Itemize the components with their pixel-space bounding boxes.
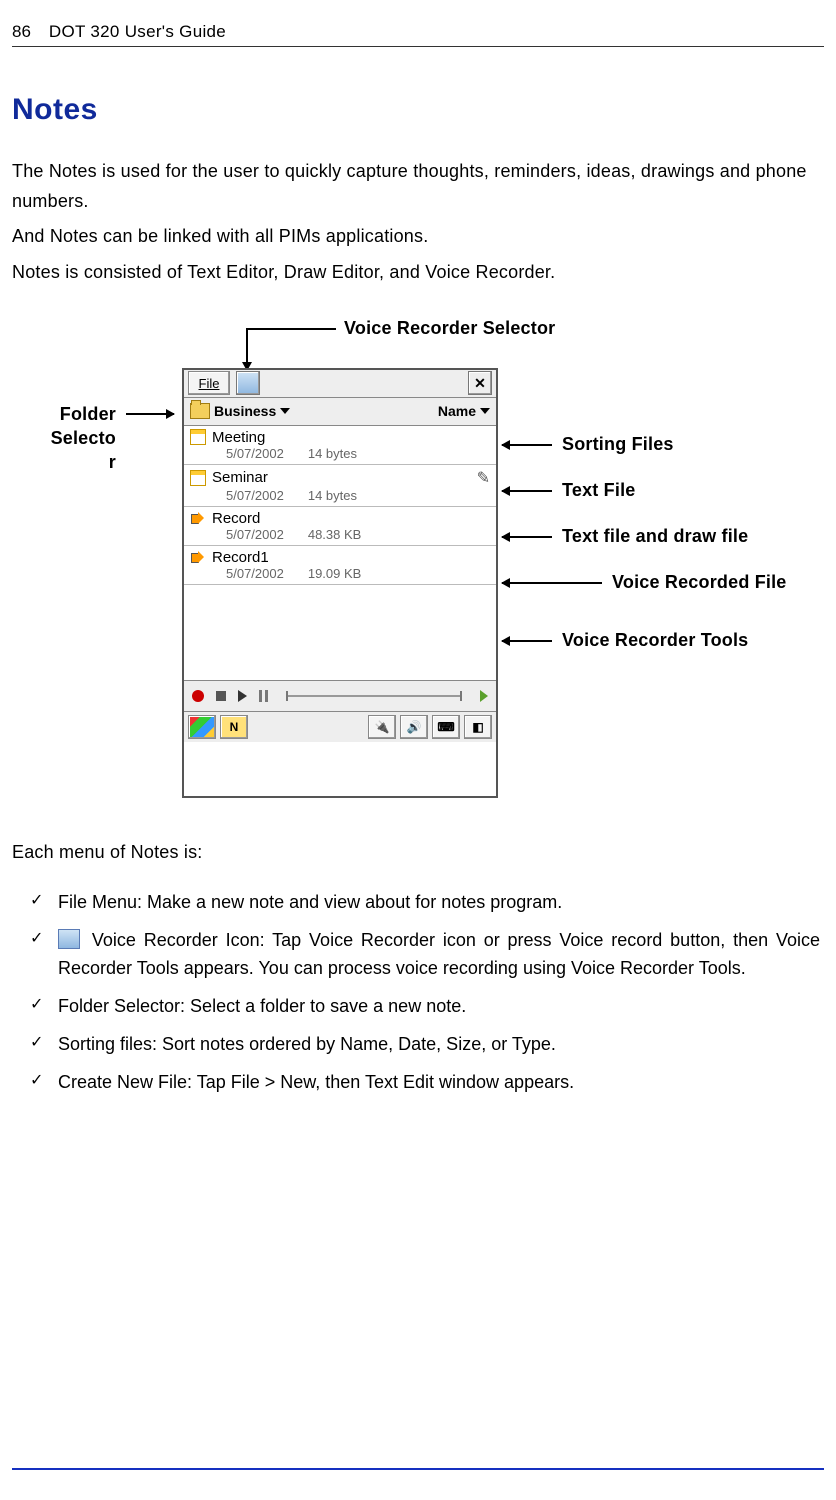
header-title: DOT 320 User's Guide [49,22,226,42]
callout-voice-recorder-tools: Voice Recorder Tools [562,630,748,651]
arrow-line [246,328,336,330]
notes-taskbar-button[interactable]: N [220,715,248,739]
header-row: 86 DOT 320 User's Guide [12,22,824,47]
note-date: 5/07/2002 [226,527,284,542]
intro-paragraph-1: The Notes is used for the user to quickl… [12,157,824,216]
list-row[interactable]: Seminar ✎ 5/07/2002 14 bytes [184,465,496,507]
feature-item: File Menu: Make a new note and view abou… [58,889,824,917]
tray-icon[interactable]: ⌨ [432,715,460,739]
callout-voice-recorded-file: Voice Recorded File [612,572,787,593]
tray-icon[interactable]: ◧ [464,715,492,739]
footer-divider [12,1468,824,1470]
sort-selector[interactable]: Name [438,403,490,419]
arrow-line [502,536,552,538]
close-button[interactable]: ✕ [468,371,492,395]
notes-app-window: File ✕ Business Name Meeting [182,368,498,798]
note-date: 5/07/2002 [226,566,284,581]
list-row[interactable]: Record1 5/07/2002 19.09 KB [184,546,496,585]
volume-icon[interactable] [480,690,488,702]
callout-folder-selector-2: Selecto [36,428,116,449]
notes-list: Meeting 5/07/2002 14 bytes Seminar ✎ 5/07/… [184,426,496,680]
intro-paragraph-2: And Notes can be linked with all PIMs ap… [12,222,824,252]
note-date: 5/07/2002 [226,488,284,503]
list-row[interactable]: Meeting 5/07/2002 14 bytes [184,426,496,465]
feature-item: Create New File: Tap File > New, then Te… [58,1069,824,1097]
pause-button[interactable] [259,690,268,702]
arrow-line [502,490,552,492]
callout-voice-recorder-selector: Voice Recorder Selector [344,318,555,339]
page-number: 86 [12,22,31,42]
note-icon [190,470,206,486]
record-button[interactable] [192,690,204,702]
file-menu-rest: ile [206,376,219,391]
voice-recorder-icon[interactable] [236,371,260,395]
taskbar: N 🔌 🔊 ⌨ ◧ [184,712,496,742]
folder-icon [190,403,210,419]
annotated-diagram: Voice Recorder Selector Folder Selecto r… [12,318,822,818]
chevron-down-icon [280,408,290,414]
voice-recorder-icon [58,929,80,949]
note-size: 14 bytes [308,446,357,461]
file-menu[interactable]: File [188,371,230,395]
start-button[interactable] [188,715,216,739]
feature-text: Voice Recorder Icon: Tap Voice Recorder … [58,930,820,978]
feature-list: File Menu: Make a new note and view abou… [12,889,824,1096]
pen-icon: ✎ [477,468,490,488]
note-title: Seminar [212,469,268,486]
menu-intro: Each menu of Notes is: [12,838,824,868]
stop-button[interactable] [216,691,226,701]
folder-selector[interactable]: Business [190,403,290,419]
callout-text-file: Text File [562,480,635,501]
callout-folder-selector-1: Folder [46,404,116,425]
arrow-line [502,444,552,446]
list-row[interactable]: Record 5/07/2002 48.38 KB [184,507,496,546]
title-bar: File ✕ [184,370,496,398]
feature-item: Sorting files: Sort notes ordered by Nam… [58,1031,824,1059]
section-title: Notes [12,93,824,127]
note-title: Record [212,510,260,527]
arrow-line [502,582,602,584]
arrow-line [246,328,248,370]
speaker-icon [190,510,206,526]
note-date: 5/07/2002 [226,446,284,461]
arrow-line [126,413,174,415]
note-size: 19.09 KB [308,566,362,581]
play-button[interactable] [238,690,247,702]
callout-folder-selector-3: r [36,452,116,473]
folder-label: Business [214,403,276,419]
arrow-line [502,640,552,642]
voice-recorder-tools [184,680,496,712]
sort-label: Name [438,403,476,419]
feature-item: Voice Recorder Icon: Tap Voice Recorder … [58,927,824,983]
note-size: 14 bytes [308,488,357,503]
note-icon [190,429,206,445]
file-menu-underline: F [199,376,207,391]
tray-icon[interactable]: 🔊 [400,715,428,739]
intro-paragraph-3: Notes is consisted of Text Editor, Draw … [12,258,824,288]
note-title: Meeting [212,429,265,446]
callout-text-draw-file: Text file and draw file [562,526,748,547]
tray-icon[interactable]: 🔌 [368,715,396,739]
note-title: Record1 [212,549,269,566]
chevron-down-icon [480,408,490,414]
progress-slider[interactable] [286,695,462,697]
speaker-icon [190,549,206,565]
feature-item: Folder Selector: Select a folder to save… [58,993,824,1021]
folder-sort-bar: Business Name [184,398,496,426]
callout-sorting-files: Sorting Files [562,434,674,455]
note-size: 48.38 KB [308,527,362,542]
page: 86 DOT 320 User's Guide Notes The Notes … [0,0,836,1097]
